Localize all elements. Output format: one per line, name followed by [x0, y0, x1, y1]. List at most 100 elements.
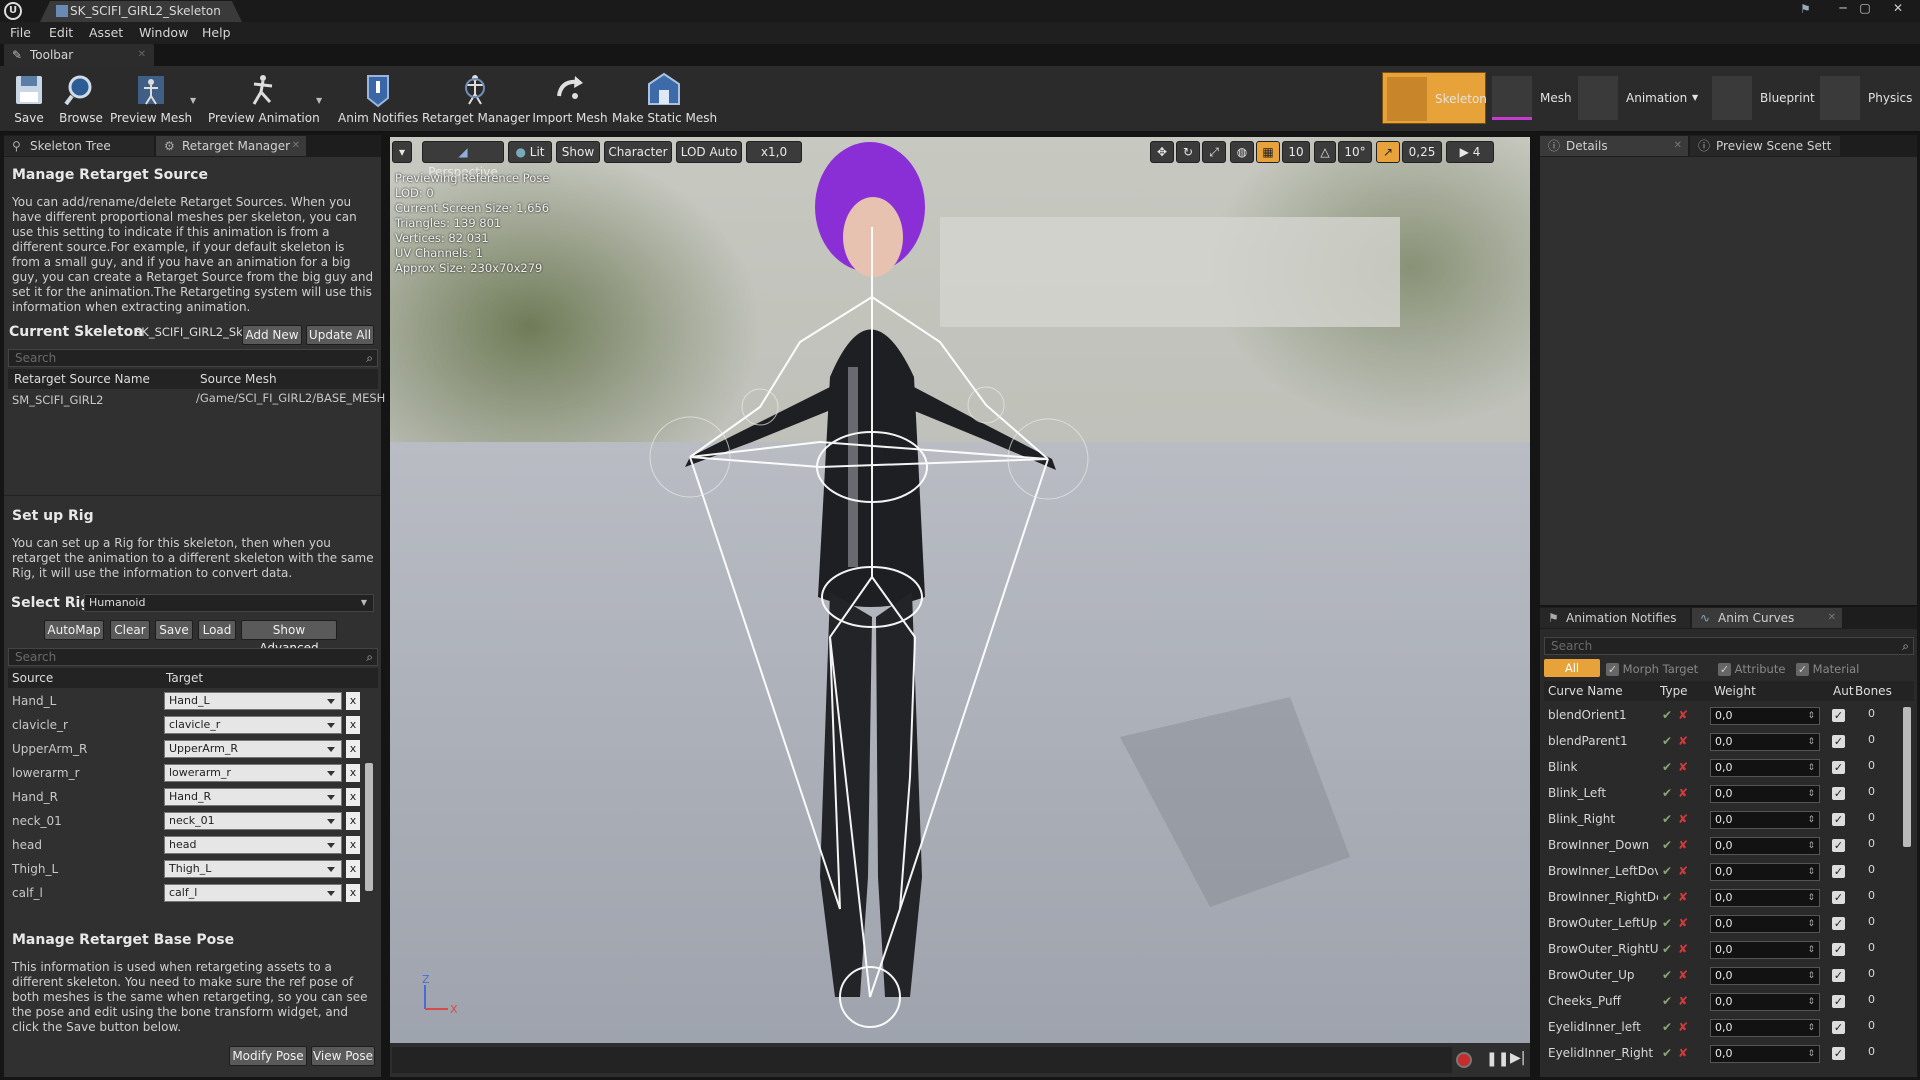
save-button[interactable]: Save: [6, 66, 52, 132]
curve-weight-input[interactable]: 0,0 ⇕: [1710, 759, 1820, 777]
curve-row[interactable]: BrowInner_Down ✔ ✘ 0,0 ⇕ ✓ 0: [1544, 833, 1902, 859]
curve-auto-checkbox[interactable]: ✓: [1832, 761, 1845, 774]
feedback-icon[interactable]: ⚑: [1800, 2, 1816, 16]
menu-window[interactable]: Window: [139, 22, 188, 44]
mode-skeleton-button[interactable]: Skeleton: [1382, 72, 1487, 124]
tab-skeleton-tree[interactable]: ⚲ Skeleton Tree: [4, 136, 154, 156]
curve-auto-checkbox[interactable]: ✓: [1832, 813, 1845, 826]
preview-mesh-dropdown-icon[interactable]: ▼: [190, 96, 196, 105]
grid-snap-icon[interactable]: ▦: [1256, 141, 1280, 163]
curve-weight-input[interactable]: 0,0 ⇕: [1710, 811, 1820, 829]
mode-physics-button[interactable]: Physics: [1816, 72, 1916, 124]
select-rig-dropdown[interactable]: Humanoid ▼: [84, 594, 374, 612]
retarget-source-search-input[interactable]: Search ⌕: [8, 349, 378, 367]
rotate-icon[interactable]: ↻: [1176, 141, 1200, 163]
rig-search-input[interactable]: Search ⌕: [8, 648, 378, 666]
tab-anim-curves[interactable]: ∿ Anim Curves ✕: [1692, 608, 1842, 628]
rotation-snap-value[interactable]: 10°: [1338, 141, 1372, 163]
show-button[interactable]: Show: [556, 141, 600, 163]
update-all-button[interactable]: Update All: [306, 325, 374, 345]
lit-button[interactable]: ● Lit: [508, 141, 552, 163]
curve-row[interactable]: Blink ✔ ✘ 0,0 ⇕ ✓ 0: [1544, 755, 1902, 781]
rig-mapping-row[interactable]: Hand_R Hand_R x: [8, 787, 378, 809]
rig-clear-mapping-button[interactable]: x: [346, 836, 360, 854]
preview-mesh-button[interactable]: Preview Mesh: [110, 66, 192, 132]
character-button[interactable]: Character: [604, 141, 672, 163]
rig-target-dropdown[interactable]: Thigh_L: [164, 860, 342, 878]
rig-clear-mapping-button[interactable]: x: [346, 716, 360, 734]
rig-clear-mapping-button[interactable]: x: [346, 812, 360, 830]
close-icon[interactable]: ✕: [1887, 0, 1909, 16]
curve-weight-input[interactable]: 0,0 ⇕: [1710, 941, 1820, 959]
menu-asset[interactable]: Asset: [89, 22, 123, 44]
browse-button[interactable]: Browse: [56, 66, 106, 132]
curves-scrollbar[interactable]: [1903, 707, 1911, 847]
curve-auto-checkbox[interactable]: ✓: [1832, 865, 1845, 878]
rig-clear-mapping-button[interactable]: x: [346, 740, 360, 758]
rig-target-dropdown[interactable]: UpperArm_R: [164, 740, 342, 758]
preview-animation-button[interactable]: Preview Animation: [208, 66, 320, 132]
world-local-icon[interactable]: ◍: [1230, 141, 1254, 163]
animation-mode-dropdown-icon[interactable]: ▼: [1692, 72, 1698, 124]
tab-animation-notifies[interactable]: ⚑ Animation Notifies: [1540, 608, 1690, 628]
add-new-button[interactable]: Add New: [242, 325, 302, 345]
perspective-button[interactable]: ◢ Perspective: [422, 141, 504, 179]
retarget-manager-button[interactable]: Retarget Manager: [422, 66, 530, 132]
scale-icon[interactable]: ⤢: [1202, 141, 1226, 163]
curve-row[interactable]: BrowOuter_Up ✔ ✘ 0,0 ⇕ ✓ 0: [1544, 963, 1902, 989]
record-button[interactable]: [1456, 1052, 1472, 1068]
curve-auto-checkbox[interactable]: ✓: [1832, 891, 1845, 904]
rig-mapping-row[interactable]: UpperArm_R UpperArm_R x: [8, 739, 378, 761]
filter-attribute[interactable]: ✓ Attribute: [1718, 662, 1785, 676]
details-close-icon[interactable]: ✕: [1674, 136, 1682, 156]
grid-snap-value[interactable]: 10: [1282, 141, 1310, 163]
rig-clear-mapping-button[interactable]: x: [346, 884, 360, 902]
tab-preview-scene-settings[interactable]: ⓘ Preview Scene Sett: [1690, 136, 1840, 156]
rig-clear-mapping-button[interactable]: x: [346, 692, 360, 710]
rotation-snap-icon[interactable]: △: [1314, 141, 1336, 163]
translate-icon[interactable]: ✥: [1150, 141, 1174, 163]
view-pose-button[interactable]: View Pose: [311, 1046, 375, 1066]
filter-material[interactable]: ✓ Material: [1796, 662, 1859, 676]
curve-auto-checkbox[interactable]: ✓: [1832, 709, 1845, 722]
document-tab[interactable]: SK_SCIFI_GIRL2_Skeleton: [40, 1, 242, 22]
scale-snap-icon[interactable]: ↗: [1376, 141, 1400, 163]
minimize-icon[interactable]: ─: [1832, 0, 1854, 16]
clear-button[interactable]: Clear: [110, 620, 150, 640]
rig-mapping-row[interactable]: clavicle_r clavicle_r x: [8, 715, 378, 737]
curve-weight-input[interactable]: 0,0 ⇕: [1710, 915, 1820, 933]
rig-clear-mapping-button[interactable]: x: [346, 788, 360, 806]
rig-mapping-row[interactable]: Thigh_L Thigh_L x: [8, 859, 378, 881]
rig-mapping-row[interactable]: calf_l calf_l x: [8, 883, 378, 905]
curve-auto-checkbox[interactable]: ✓: [1832, 969, 1845, 982]
curve-row[interactable]: BrowOuter_LeftUp ✔ ✘ 0,0 ⇕ ✓ 0: [1544, 911, 1902, 937]
curve-row[interactable]: blendParent1 ✔ ✘ 0,0 ⇕ ✓ 0: [1544, 729, 1902, 755]
save-rig-button[interactable]: Save: [155, 620, 193, 640]
curve-row[interactable]: BrowInner_RightDc ✔ ✘ 0,0 ⇕ ✓ 0: [1544, 885, 1902, 911]
viewport[interactable]: Z X ▾ ◢ Perspective ● Lit Show Character…: [390, 137, 1530, 1043]
lod-button[interactable]: LOD Auto: [676, 141, 742, 163]
filter-all-curves[interactable]: All Curves: [1544, 659, 1600, 693]
mode-animation-button[interactable]: Animation ▼: [1574, 72, 1698, 124]
curve-weight-input[interactable]: 0,0 ⇕: [1710, 863, 1820, 881]
curve-weight-input[interactable]: 0,0 ⇕: [1710, 785, 1820, 803]
scale-snap-value[interactable]: 0,25: [1402, 141, 1442, 163]
curve-weight-input[interactable]: 0,0 ⇕: [1710, 967, 1820, 985]
curve-weight-input[interactable]: 0,0 ⇕: [1710, 733, 1820, 751]
rig-mapping-row[interactable]: lowerarm_r lowerarm_r x: [8, 763, 378, 785]
curve-weight-input[interactable]: 0,0 ⇕: [1710, 889, 1820, 907]
curves-search-input[interactable]: Search ⌕: [1544, 637, 1914, 655]
rig-target-dropdown[interactable]: lowerarm_r: [164, 764, 342, 782]
curve-row[interactable]: BrowOuter_RightUj ✔ ✘ 0,0 ⇕ ✓ 0: [1544, 937, 1902, 963]
curves-close-icon[interactable]: ✕: [1828, 608, 1836, 628]
curve-weight-input[interactable]: 0,0 ⇕: [1710, 707, 1820, 725]
filter-morph-target[interactable]: ✓ Morph Target: [1606, 662, 1698, 676]
curve-auto-checkbox[interactable]: ✓: [1832, 839, 1845, 852]
playback-speed-button[interactable]: x1,0: [746, 141, 802, 163]
curve-row[interactable]: Cheeks_Puff ✔ ✘ 0,0 ⇕ ✓ 0: [1544, 989, 1902, 1015]
menu-edit[interactable]: Edit: [49, 22, 73, 44]
tab-retarget-manager[interactable]: ⚙ Retarget Manager ✕: [156, 136, 306, 156]
curve-auto-checkbox[interactable]: ✓: [1832, 995, 1845, 1008]
curve-weight-input[interactable]: 0,0 ⇕: [1710, 1045, 1820, 1063]
menu-help[interactable]: Help: [202, 22, 231, 44]
